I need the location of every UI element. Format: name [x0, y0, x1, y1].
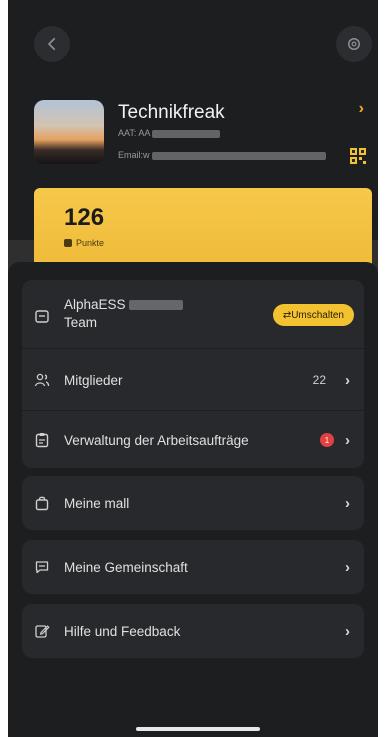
community-card[interactable]: Meine Gemeinschaft ›	[22, 540, 364, 594]
home-indicator	[136, 727, 260, 731]
team-name-line1: AlphaESS	[64, 297, 126, 312]
avatar[interactable]	[34, 100, 104, 164]
chevron-right-icon: ›	[345, 558, 350, 576]
community-label: Meine Gemeinschaft	[64, 559, 188, 575]
mall-label: Meine mall	[64, 495, 130, 511]
mall-row[interactable]: Meine mall ›	[22, 476, 364, 530]
redacted-email	[152, 151, 327, 160]
arrow-left-icon	[48, 37, 56, 51]
chevron-right-icon: ›	[345, 371, 350, 389]
chevron-right-icon: ›	[345, 494, 350, 512]
points-label-row: Punkte	[64, 238, 104, 248]
people-icon	[34, 373, 50, 387]
members-row[interactable]: Mitglieder 22 ›	[22, 350, 364, 410]
edit-icon	[35, 625, 50, 638]
members-label: Mitglieder	[64, 372, 123, 388]
mall-card[interactable]: Meine mall ›	[22, 476, 364, 530]
profile-name: Technikfreak	[118, 102, 225, 123]
profile-header[interactable]: Technikfreak AAT: AA Email:w ›	[34, 100, 374, 168]
redacted-aat	[152, 129, 221, 138]
chat-icon	[35, 561, 49, 574]
aat-label: AAT: AA	[118, 128, 150, 138]
app-screen: Technikfreak AAT: AA Email:w › 126 Punkt…	[8, 0, 378, 737]
team-name-line2: Team	[64, 315, 98, 330]
team-icon	[35, 310, 49, 323]
chevron-right-icon: ›	[345, 431, 350, 449]
redacted-team	[129, 300, 184, 311]
chevron-right-icon[interactable]: ›	[359, 100, 364, 118]
team-name: AlphaESS Team	[64, 296, 184, 332]
shopping-bag-icon	[35, 496, 49, 511]
switch-team-button[interactable]: ⇄Umschalten	[272, 304, 354, 326]
members-count: 22	[312, 373, 326, 387]
coin-icon	[64, 239, 72, 247]
help-row[interactable]: Hilfe und Feedback ›	[22, 604, 364, 658]
work-orders-row[interactable]: Verwaltung der Arbeitsaufträge 1 ›	[22, 410, 364, 470]
points-value: 126	[64, 204, 105, 231]
divider	[22, 348, 364, 349]
settings-button[interactable]	[336, 26, 372, 62]
help-label: Hilfe und Feedback	[64, 623, 181, 639]
help-card[interactable]: Hilfe und Feedback ›	[22, 604, 364, 658]
team-row[interactable]: AlphaESS Team ⇄Umschalten	[22, 284, 364, 348]
clipboard-icon	[35, 433, 49, 448]
chevron-right-icon: ›	[345, 622, 350, 640]
points-label: Punkte	[76, 238, 105, 248]
email-label: Email:w	[118, 150, 150, 160]
back-button[interactable]	[34, 26, 70, 62]
qr-code-icon[interactable]	[350, 148, 366, 164]
gear-icon	[348, 38, 360, 50]
aat-row: AAT: AA	[118, 128, 221, 138]
work-orders-label: Verwaltung der Arbeitsaufträge	[64, 432, 249, 448]
notification-badge: 1	[320, 433, 334, 447]
email-row: Email:w	[118, 150, 327, 160]
menu-content: AlphaESS Team ⇄Umschalten Mitglieder 22 …	[8, 262, 378, 737]
community-row[interactable]: Meine Gemeinschaft ›	[22, 540, 364, 594]
team-menu-card: AlphaESS Team ⇄Umschalten Mitglieder 22 …	[22, 280, 364, 468]
points-card[interactable]: 126 Punkte	[34, 188, 372, 268]
